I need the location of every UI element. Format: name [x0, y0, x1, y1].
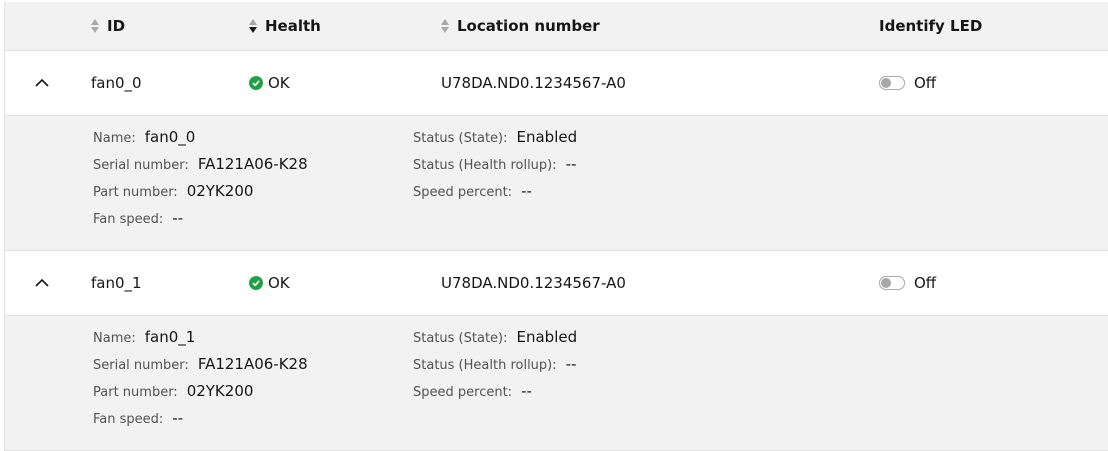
detail-value: FA121A06-K28: [197, 155, 308, 173]
detail-label: Status (State):: [413, 131, 508, 146]
identify-led-state: Off: [914, 274, 937, 292]
table-header: ID Health Location number Identify LED: [5, 2, 1108, 51]
cell-id: fan0_1: [91, 274, 142, 292]
column-header-identify-led-label: Identify LED: [879, 17, 983, 35]
detail-value: fan0_0: [144, 128, 196, 146]
chevron-up-icon[interactable]: [35, 76, 49, 90]
detail-label: Speed percent:: [413, 385, 513, 400]
details-right-column: Status (State): Enabled Status (Health ro…: [413, 328, 577, 409]
health-status: OK: [249, 74, 290, 92]
row-details: Name: fan0_0 Serial number: FA121A06-K28 P…: [5, 116, 1108, 251]
cell-location: U78DA.ND0.1234567-A0: [441, 74, 626, 92]
table-row: fan0_0 OK U78DA.ND0.1234567-A0 Off: [5, 51, 1108, 116]
detail-value: --: [172, 409, 184, 427]
sort-icon: [439, 18, 451, 34]
identify-led-toggle[interactable]: [879, 76, 905, 90]
details-right-column: Status (State): Enabled Status (Health ro…: [413, 128, 577, 209]
detail-label: Fan speed:: [93, 412, 164, 427]
column-header-health[interactable]: Health: [247, 2, 321, 50]
detail-value: --: [172, 209, 184, 227]
details-left-column: Name: fan0_0 Serial number: FA121A06-K28 P…: [93, 128, 308, 236]
cell-id: fan0_0: [91, 74, 142, 92]
column-header-id[interactable]: ID: [89, 2, 125, 50]
identify-led-state: Off: [914, 74, 937, 92]
detail-label: Status (State):: [413, 331, 508, 346]
detail-value: fan0_1: [144, 328, 196, 346]
health-label: OK: [268, 74, 290, 92]
detail-label: Status (Health rollup):: [413, 358, 557, 373]
checkmark-filled-icon: [249, 276, 263, 290]
detail-value: --: [521, 182, 532, 200]
detail-value: --: [521, 382, 532, 400]
identify-led-toggle[interactable]: [879, 276, 905, 290]
detail-label: Fan speed:: [93, 212, 164, 227]
detail-label: Name:: [93, 131, 136, 146]
detail-label: Part number:: [93, 385, 178, 400]
row-details: Name: fan0_1 Serial number: FA121A06-K28 P…: [5, 316, 1108, 451]
column-header-id-label: ID: [107, 17, 126, 35]
detail-value: FA121A06-K28: [197, 355, 308, 373]
column-header-identify-led: Identify LED: [879, 2, 982, 50]
column-header-location[interactable]: Location number: [439, 2, 600, 50]
detail-label: Name:: [93, 331, 136, 346]
health-label: OK: [268, 274, 290, 292]
column-header-location-label: Location number: [457, 17, 600, 35]
detail-label: Part number:: [93, 185, 178, 200]
detail-value: --: [565, 355, 577, 373]
table-row: fan0_1 OK U78DA.ND0.1234567-A0 Off: [5, 251, 1108, 316]
fans-table: ID Health Location number Identify LED f…: [4, 2, 1108, 451]
detail-label: Serial number:: [93, 358, 189, 373]
detail-label: Speed percent:: [413, 185, 513, 200]
details-left-column: Name: fan0_1 Serial number: FA121A06-K28 P…: [93, 328, 308, 436]
cell-location: U78DA.ND0.1234567-A0: [441, 274, 626, 292]
chevron-up-icon[interactable]: [35, 276, 49, 290]
detail-value: Enabled: [516, 128, 578, 146]
detail-value: 02YK200: [186, 382, 254, 400]
sort-icon: [89, 18, 101, 34]
detail-label: Serial number:: [93, 158, 189, 173]
detail-value: --: [565, 155, 577, 173]
detail-value: Enabled: [516, 328, 578, 346]
detail-value: 02YK200: [186, 182, 254, 200]
column-header-health-label: Health: [265, 17, 321, 35]
checkmark-filled-icon: [249, 76, 263, 90]
detail-label: Status (Health rollup):: [413, 158, 557, 173]
sort-descending-icon: [247, 18, 259, 34]
health-status: OK: [249, 274, 290, 292]
